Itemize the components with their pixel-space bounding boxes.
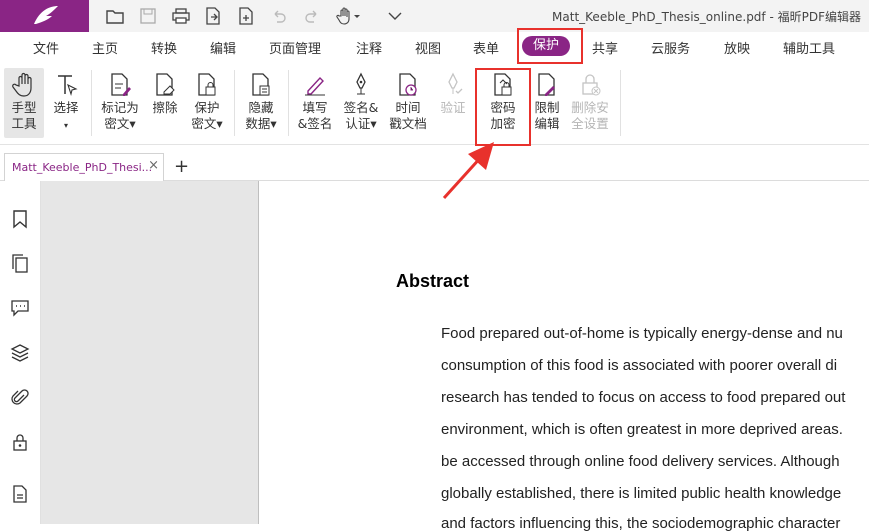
app-logo[interactable] xyxy=(0,0,89,32)
hand-tool-button[interactable]: 手型 工具 xyxy=(4,68,44,138)
mark-redaction-button[interactable]: 标记为 密文▾ xyxy=(98,68,142,132)
mark-redaction-icon xyxy=(111,73,131,96)
redo-icon[interactable] xyxy=(301,5,323,27)
pages-icon[interactable] xyxy=(10,253,30,273)
save-icon[interactable] xyxy=(137,5,159,27)
text-select-icon xyxy=(58,75,78,96)
undo-icon[interactable] xyxy=(268,5,290,27)
open-folder-icon[interactable] xyxy=(104,5,126,27)
paragraph-line: research has tended to focus on access t… xyxy=(441,389,846,406)
ribbon-separator xyxy=(234,70,235,136)
menu-page-manage[interactable]: 页面管理 xyxy=(269,38,321,57)
restrict-edit-button[interactable]: 限制 编辑 xyxy=(530,68,564,132)
verify-button[interactable]: 验证 xyxy=(436,68,470,116)
paragraph-line: globally established, there is limited p… xyxy=(441,485,842,502)
print-icon[interactable] xyxy=(170,5,192,27)
ribbon-separator xyxy=(620,70,621,136)
document-tab-label: Matt_Keeble_PhD_Thesi... xyxy=(12,161,153,174)
document-tab[interactable]: Matt_Keeble_PhD_Thesi... × xyxy=(4,153,164,183)
menu-cloud[interactable]: 云服务 xyxy=(651,38,690,57)
menu-share[interactable]: 共享 xyxy=(592,38,618,57)
annotation-arrow xyxy=(442,142,494,200)
remove-security-button[interactable]: 删除安 全设置 xyxy=(568,68,612,132)
paragraph-line: environment, which is often greatest in … xyxy=(441,421,843,438)
menu-comment[interactable]: 注释 xyxy=(356,38,382,57)
timestamp-button[interactable]: 时间 戳文档 xyxy=(386,68,430,132)
hide-data-icon xyxy=(252,73,270,96)
paragraph-line: Food prepared out-of-home is typically e… xyxy=(441,325,843,342)
paragraph-line: be accessed through online food delivery… xyxy=(441,453,840,470)
new-doc-icon[interactable] xyxy=(235,5,257,27)
menu-edit[interactable]: 编辑 xyxy=(210,38,236,57)
paragraph-line: consumption of this food is associated w… xyxy=(441,357,838,374)
hand-tool-icon[interactable] xyxy=(334,5,364,27)
protect-redaction-button[interactable]: 保护 密文▾ xyxy=(187,68,227,132)
bookmark-icon[interactable] xyxy=(10,209,30,229)
hand-icon xyxy=(12,72,32,97)
attachment-icon[interactable] xyxy=(10,388,30,408)
sign-certify-icon xyxy=(356,72,366,95)
pdf-page[interactable] xyxy=(258,181,869,524)
export-icon[interactable] xyxy=(202,5,224,27)
menu-slideshow[interactable]: 放映 xyxy=(724,38,750,57)
verify-icon xyxy=(448,72,463,94)
close-icon[interactable]: × xyxy=(148,158,159,173)
eraser-icon xyxy=(156,73,175,96)
add-tab-icon[interactable]: + xyxy=(174,156,189,177)
timestamp-icon xyxy=(399,73,417,96)
security-icon[interactable] xyxy=(10,432,30,452)
menu-file[interactable]: 文件 xyxy=(33,38,59,57)
layers-icon[interactable] xyxy=(10,343,30,363)
highlight-box-encrypt-button xyxy=(475,68,531,146)
menu-convert[interactable]: 转换 xyxy=(151,38,177,57)
document-properties-icon[interactable] xyxy=(10,484,30,504)
customize-dropdown-icon[interactable] xyxy=(384,5,406,27)
fill-sign-icon xyxy=(305,76,325,96)
hide-data-button[interactable]: 隐藏 数据▾ xyxy=(240,68,282,132)
menu-tools[interactable]: 辅助工具 xyxy=(783,38,835,57)
protect-redaction-icon xyxy=(198,73,216,96)
page-heading: Abstract xyxy=(396,271,470,291)
select-tool-button[interactable]: 选择 ▾ xyxy=(48,68,84,134)
window-title: Matt_Keeble_PhD_Thesis_online.pdf - 福昕PD… xyxy=(552,10,861,24)
menu-home[interactable]: 主页 xyxy=(92,38,118,57)
ribbon-separator xyxy=(91,70,92,136)
ribbon-separator xyxy=(288,70,289,136)
fill-sign-button[interactable]: 填写 &签名 xyxy=(294,68,336,132)
remove-security-icon xyxy=(582,74,601,96)
menu-form[interactable]: 表单 xyxy=(473,38,499,57)
highlight-box-protect-menu xyxy=(517,28,583,64)
erase-button[interactable]: 擦除 xyxy=(148,68,182,116)
thumbnail-gray-area xyxy=(41,181,258,524)
restrict-edit-icon xyxy=(538,73,555,96)
menu-view[interactable]: 视图 xyxy=(415,38,441,57)
sign-certify-button[interactable]: 签名& 认证▾ xyxy=(340,68,382,132)
comment-icon[interactable] xyxy=(10,297,30,317)
